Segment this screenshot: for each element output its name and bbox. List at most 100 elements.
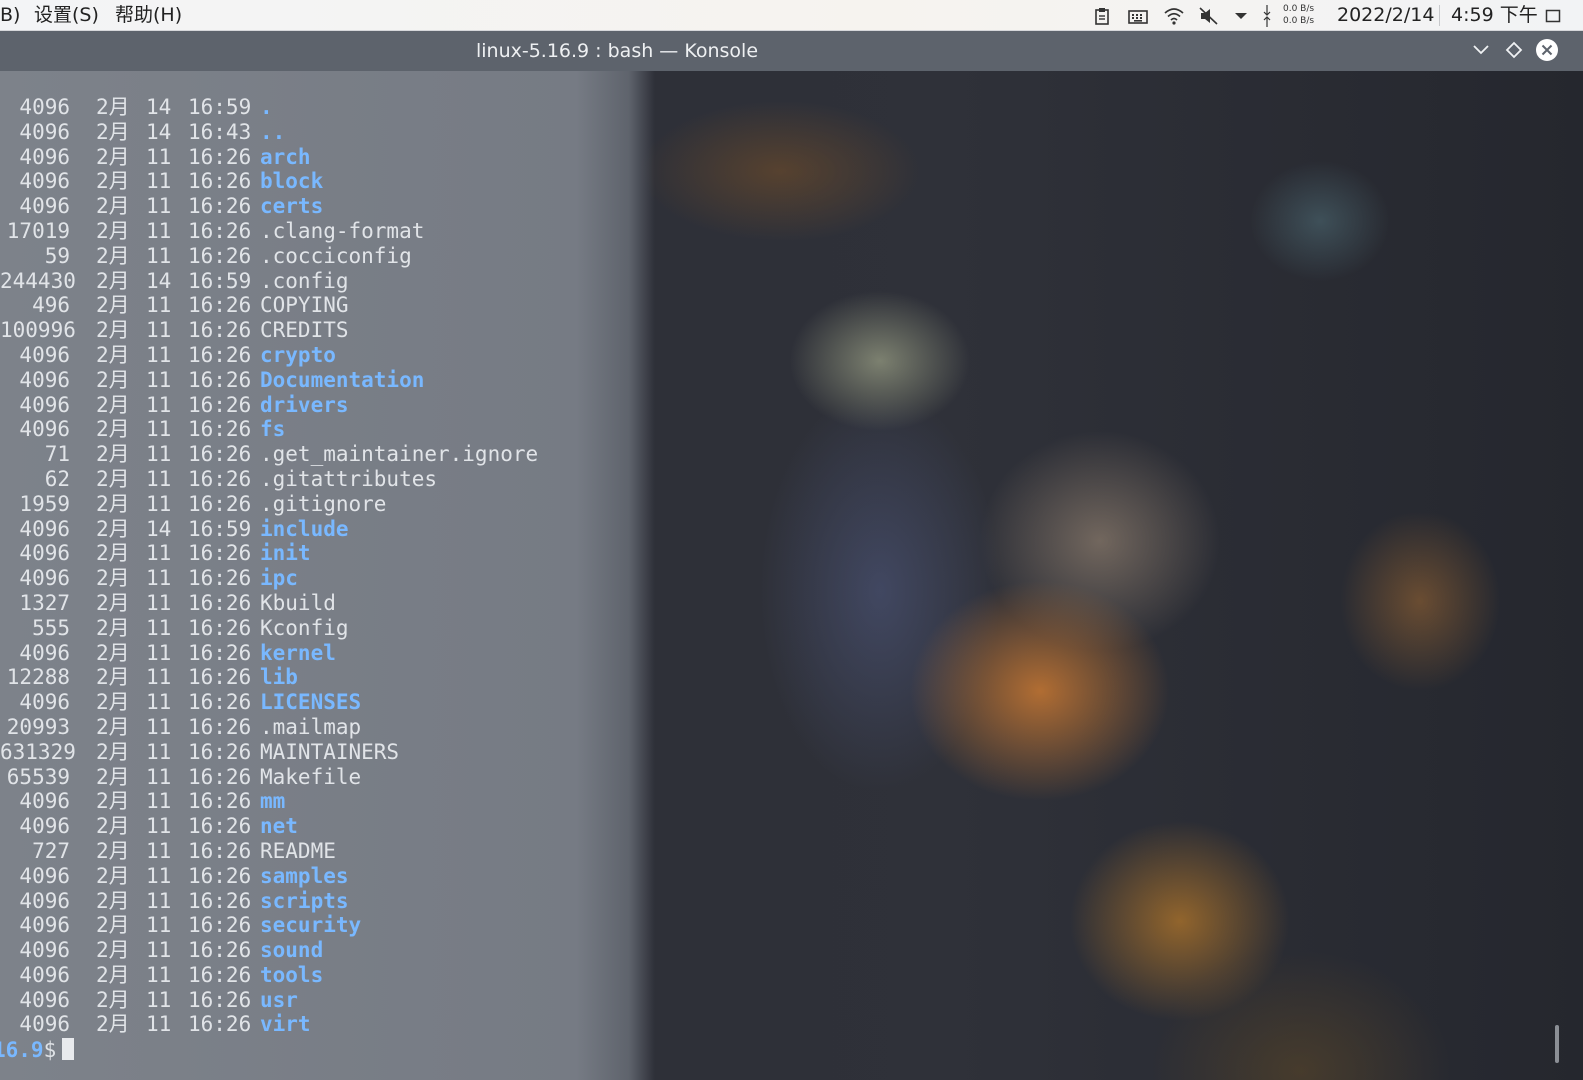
- directory-name: arch: [260, 144, 311, 169]
- file-day: 11: [146, 714, 172, 739]
- file-name: README: [260, 838, 336, 863]
- file-size: 4096: [19, 987, 70, 1012]
- show-desktop-icon[interactable]: [1543, 0, 1563, 31]
- file-size: 17019: [6, 218, 70, 243]
- directory-name: virt: [260, 1012, 311, 1037]
- file-day: 11: [146, 665, 172, 690]
- file-name: .gitignore: [260, 491, 387, 516]
- window-titlebar[interactable]: linux-5.16.9 : bash — Konsole: [0, 31, 1583, 71]
- file-month: 2月: [96, 218, 130, 243]
- directory-name: block: [260, 169, 324, 194]
- listing-row: 555 2月 11 16:26 Kconfig: [0, 616, 538, 641]
- file-name: Makefile: [260, 764, 362, 789]
- panel-date[interactable]: 2022/2/14: [1337, 3, 1434, 27]
- menu-help[interactable]: 帮助(H): [115, 3, 182, 27]
- listing-row: 4096 2月 14 16:59 include: [0, 517, 538, 542]
- file-time: 16:43: [188, 119, 252, 144]
- directory-name: usr: [260, 987, 298, 1012]
- file-day: 11: [146, 342, 172, 367]
- file-size: 59: [44, 243, 70, 268]
- terminal-view[interactable]: 4096 2月 14 16:59. 4096 2月 14 16:43.. 4096 2月 11 16:…: [0, 71, 1583, 1080]
- file-day: 14: [146, 516, 172, 541]
- file-size: 4096: [19, 417, 70, 442]
- directory-name: net: [260, 814, 298, 839]
- file-time: 16:59: [188, 95, 252, 119]
- file-time: 16:26: [188, 293, 252, 318]
- file-size: 20993: [6, 714, 70, 739]
- file-name: .get_maintainer.ignore: [260, 442, 539, 467]
- file-month: 2月: [96, 714, 130, 739]
- file-size: 4096: [19, 962, 70, 987]
- window-title: linux-5.16.9 : bash — Konsole: [475, 40, 759, 62]
- directory-name: ..: [260, 119, 286, 144]
- file-month: 2月: [96, 169, 130, 194]
- directory-name: Documentation: [260, 367, 425, 392]
- top-panel: B) 设置(S) 帮助(H) 0.0 B/s 0.0 B/s 2022/2/14…: [0, 0, 1583, 31]
- file-month: 2月: [96, 516, 130, 541]
- text-cursor: [62, 1038, 75, 1060]
- file-month: 2月: [96, 1012, 130, 1037]
- file-size: 4096: [19, 913, 70, 938]
- file-size: 4096: [19, 690, 70, 715]
- volume-muted-icon[interactable]: [1197, 0, 1221, 31]
- file-day: 11: [146, 194, 172, 219]
- chevron-down-icon[interactable]: [1231, 0, 1251, 31]
- listing-row: 1959 2月 11 16:26 .gitignore: [0, 492, 538, 517]
- minimize-icon[interactable]: [1469, 38, 1493, 62]
- file-size: 631329: [0, 739, 76, 764]
- file-month: 2月: [96, 268, 130, 293]
- file-time: 16:26: [188, 218, 252, 243]
- clipboard-icon[interactable]: [1092, 0, 1112, 31]
- file-size: 4096: [19, 392, 70, 417]
- file-name: .mailmap: [260, 714, 362, 739]
- file-month: 2月: [96, 144, 130, 169]
- file-time: 16:26: [188, 194, 252, 219]
- prompt-symbol: $: [43, 1038, 57, 1062]
- file-day: 14: [146, 119, 172, 144]
- file-day: 11: [146, 814, 172, 839]
- file-month: 2月: [96, 640, 130, 665]
- file-month: 2月: [96, 466, 130, 491]
- file-month: 2月: [96, 590, 130, 615]
- menu-bookmarks-partial[interactable]: B): [0, 3, 20, 27]
- file-size: 4096: [19, 938, 70, 963]
- file-day: 11: [146, 888, 172, 913]
- wifi-icon[interactable]: [1161, 0, 1187, 31]
- file-day: 14: [146, 95, 172, 119]
- file-month: 2月: [96, 739, 130, 764]
- file-month: 2月: [96, 838, 130, 863]
- listing-row: 4096 2月 11 16:26 mm: [0, 789, 538, 814]
- file-time: 16:26: [188, 789, 252, 814]
- panel-separator: [1439, 5, 1440, 26]
- file-size: 1327: [19, 590, 70, 615]
- listing-row: 4096 2月 14 16:43..: [0, 120, 538, 145]
- file-time: 16:26: [188, 367, 252, 392]
- directory-name: init: [260, 541, 311, 566]
- file-month: 2月: [96, 367, 130, 392]
- file-day: 11: [146, 218, 172, 243]
- file-month: 2月: [96, 987, 130, 1012]
- file-size: 4096: [19, 169, 70, 194]
- file-size: 4096: [19, 342, 70, 367]
- panel-time[interactable]: 4:59 下午: [1451, 3, 1538, 27]
- file-time: 16:26: [188, 814, 252, 839]
- close-icon[interactable]: [1535, 38, 1559, 62]
- directory-name: scripts: [260, 888, 349, 913]
- scrollbar-handle[interactable]: [1555, 1025, 1559, 1063]
- listing-row: 4096 2月 11 16:26 security: [0, 913, 538, 938]
- shell-prompt[interactable]: 16.9$: [0, 1038, 75, 1062]
- file-day: 11: [146, 442, 172, 467]
- file-time: 16:26: [188, 169, 252, 194]
- file-size: 727: [32, 838, 70, 863]
- file-time: 16:26: [188, 417, 252, 442]
- listing-row: 4096 2月 11 16:26 crypto: [0, 343, 538, 368]
- keyboard-icon[interactable]: [1126, 0, 1150, 31]
- menu-settings[interactable]: 设置(S): [34, 3, 99, 27]
- file-size: 4096: [19, 1012, 70, 1037]
- file-time: 16:26: [188, 243, 252, 268]
- file-time: 16:26: [188, 888, 252, 913]
- file-month: 2月: [96, 888, 130, 913]
- maximize-icon[interactable]: [1502, 38, 1526, 62]
- file-day: 11: [146, 466, 172, 491]
- file-month: 2月: [96, 392, 130, 417]
